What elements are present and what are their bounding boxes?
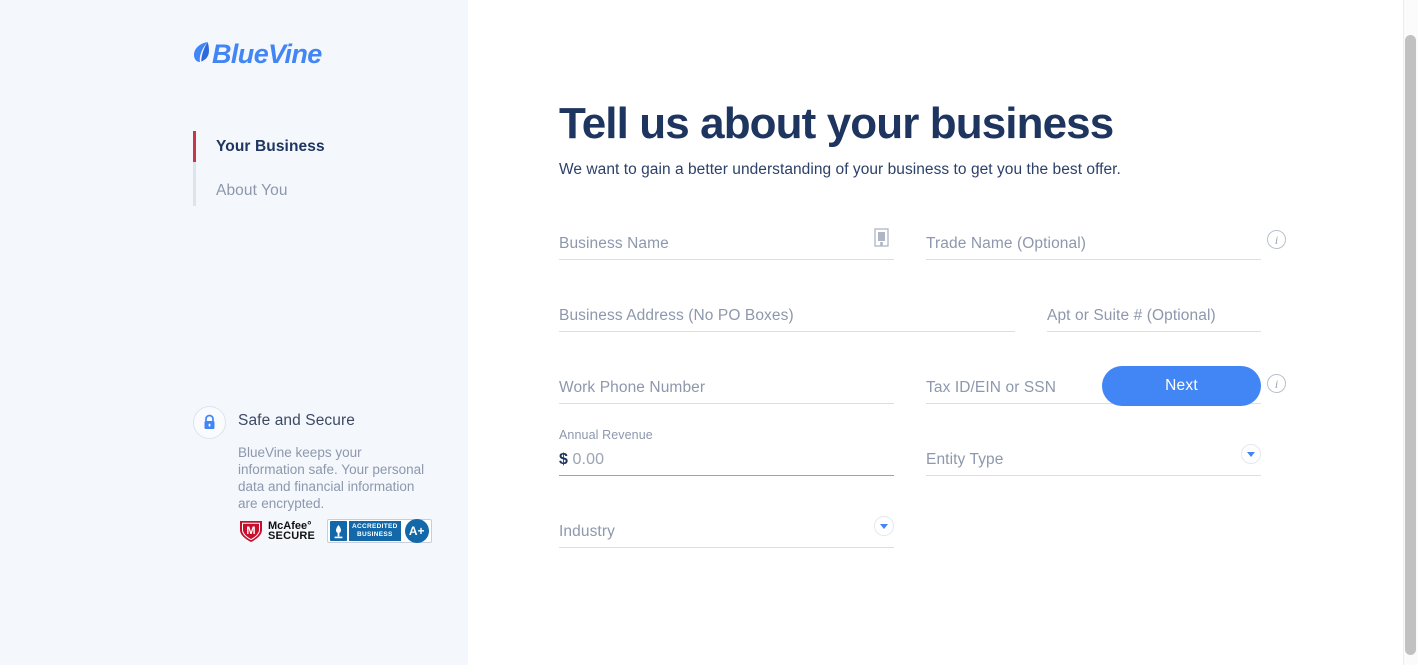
bbb-line2: BUSINESS	[357, 531, 393, 538]
entity-type-select[interactable]: Entity Type	[926, 428, 1261, 476]
bbb-accredited-badge: ACCREDITED BUSINESS A+	[327, 519, 432, 543]
form-row-5-empty	[926, 500, 1261, 548]
business-address-placeholder: Business Address (No PO Boxes)	[559, 307, 794, 324]
field-underline	[559, 259, 894, 260]
scrollbar-thumb[interactable]	[1405, 35, 1416, 655]
form-row-2: Business Address (No PO Boxes) Apt or Su…	[559, 284, 1261, 332]
bbb-rating: A+	[404, 519, 429, 543]
field-underline	[559, 475, 894, 476]
chevron-down-icon[interactable]	[1241, 444, 1261, 464]
industry-select[interactable]: Industry	[559, 500, 894, 548]
row-gap	[559, 404, 1261, 428]
apt-suite-field[interactable]: Apt or Suite # (Optional)	[1047, 284, 1261, 332]
trust-badges: M McAfee° SECURE ACCREDITED BUSINESS A+	[238, 518, 432, 544]
form-actions: Next	[559, 366, 1261, 406]
safe-and-secure-body: BlueVine keeps your information safe. Yo…	[238, 445, 425, 511]
field-underline	[926, 475, 1261, 476]
row-gap	[559, 476, 1261, 500]
page-title: Tell us about your business	[559, 99, 1114, 148]
sidebar-nav: Your Business About You	[193, 131, 413, 206]
form-row-1: Business Name Trade Name (Optional) i	[559, 212, 1286, 260]
form-row-4: Annual Revenue $ 0.00 Entity Type	[559, 428, 1261, 476]
bluevine-logo[interactable]: BlueVine	[193, 40, 322, 69]
industry-placeholder: Industry	[559, 523, 615, 540]
lock-icon	[193, 406, 226, 439]
bbb-torch-icon	[330, 521, 348, 541]
mcafee-shield-icon: M	[240, 521, 262, 542]
business-name-field[interactable]: Business Name	[559, 212, 894, 260]
logo-wordmark: BlueVine	[212, 39, 322, 69]
row-gap	[559, 332, 1261, 356]
trade-name-placeholder: Trade Name (Optional)	[926, 235, 1087, 252]
business-name-placeholder: Business Name	[559, 235, 669, 252]
annual-revenue-value: 0.00	[572, 451, 605, 468]
info-icon[interactable]: i	[1267, 374, 1287, 394]
safe-and-secure-title: Safe and Secure	[238, 412, 355, 429]
sidebar-item-about-you[interactable]: About You	[193, 175, 413, 206]
chevron-down-icon[interactable]	[874, 516, 894, 536]
field-underline	[559, 331, 1015, 332]
page-subtitle: We want to gain a better understanding o…	[559, 161, 1121, 178]
sidebar-item-label: About You	[216, 181, 288, 199]
sidebar: BlueVine Your Business About You Safe an…	[0, 0, 468, 665]
sidebar-nav-spacer	[193, 162, 413, 175]
sidebar-item-your-business[interactable]: Your Business	[193, 131, 413, 162]
building-icon	[874, 228, 894, 248]
next-button[interactable]: Next	[1102, 366, 1261, 406]
trade-name-field[interactable]: Trade Name (Optional) i	[926, 212, 1286, 260]
onboarding-page: BlueVine Your Business About You Safe an…	[0, 0, 1418, 665]
field-underline	[926, 259, 1261, 260]
mcafee-line2: SECURE	[268, 530, 316, 542]
form-row-5: Industry	[559, 500, 1261, 548]
info-icon[interactable]: i	[1267, 230, 1287, 250]
sidebar-item-label: Your Business	[216, 137, 325, 155]
currency-symbol: $	[559, 451, 568, 468]
mcafee-secure-badge: M McAfee° SECURE	[238, 518, 315, 544]
safe-and-secure-block: Safe and Secure BlueVine keeps your info…	[193, 406, 433, 512]
bbb-line1: ACCREDITED	[352, 523, 398, 530]
leaf-icon	[193, 40, 210, 69]
main-content: Tell us about your business We want to g…	[468, 0, 1418, 665]
row-gap	[559, 260, 1261, 284]
field-underline	[1047, 331, 1261, 332]
annual-revenue-label: Annual Revenue	[559, 428, 653, 442]
annual-revenue-field[interactable]: Annual Revenue $ 0.00	[559, 428, 894, 476]
svg-text:M: M	[246, 525, 255, 537]
entity-type-placeholder: Entity Type	[926, 451, 1004, 468]
page-scrollbar[interactable]	[1403, 0, 1418, 665]
apt-suite-placeholder: Apt or Suite # (Optional)	[1047, 307, 1216, 324]
business-address-field[interactable]: Business Address (No PO Boxes)	[559, 284, 1015, 332]
field-underline	[559, 547, 894, 548]
